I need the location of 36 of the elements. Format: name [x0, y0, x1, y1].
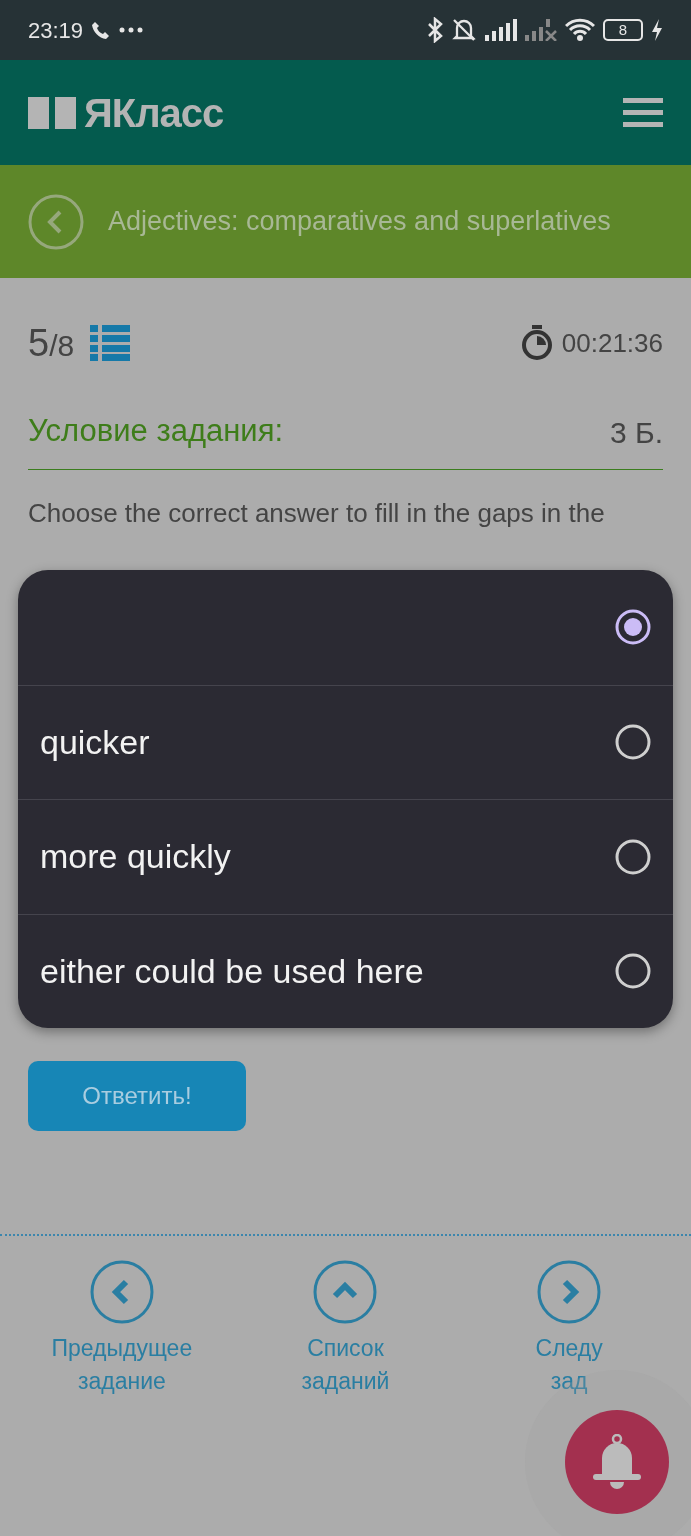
topic-title: Adjectives: comparatives and superlatives	[108, 205, 611, 239]
submit-button[interactable]: Ответить!	[28, 1060, 246, 1131]
muted-bell-icon	[451, 17, 477, 43]
radio-button[interactable]	[615, 724, 651, 761]
up-icon[interactable]	[313, 1259, 378, 1324]
section-heading: Условие задания:	[28, 412, 284, 450]
bell-icon	[590, 1434, 644, 1490]
bluetooth-icon	[427, 17, 443, 43]
menu-icon[interactable]	[623, 97, 663, 128]
signal-icon	[485, 19, 517, 41]
nav-link[interactable]: Предыдущее задание	[51, 1331, 193, 1399]
previous-icon[interactable]	[89, 1259, 154, 1324]
radio-button[interactable]	[615, 838, 651, 875]
phone-icon	[91, 20, 112, 40]
dropdown-option[interactable]: more quickly	[18, 799, 673, 914]
charging-icon	[651, 19, 663, 41]
stopwatch-icon	[519, 325, 554, 361]
nav-link[interactable]: Следу зад	[535, 1331, 603, 1399]
timer-text: 00:21:36	[561, 326, 663, 360]
nav-link[interactable]: Список заданий	[301, 1331, 390, 1399]
logo-text[interactable]: ЯКласс	[84, 82, 224, 143]
wifi-icon	[565, 18, 595, 42]
radio-button[interactable]	[615, 609, 651, 646]
battery-indicator: 8	[603, 19, 643, 41]
next-icon[interactable]	[537, 1259, 602, 1324]
dropdown-option[interactable]: quicker	[18, 684, 673, 799]
more-icon	[119, 27, 144, 33]
points-text: 3 Б.	[609, 414, 663, 451]
dropdown-option[interactable]: either could be used here	[18, 913, 673, 1028]
list-icon[interactable]	[90, 325, 131, 361]
no-signal-icon	[525, 19, 557, 41]
book-icon	[28, 94, 76, 131]
instruction-text: Choose the correct answer to fill in the gaps in the	[28, 496, 606, 530]
status-time: 23:19	[28, 16, 84, 45]
radio-button[interactable]	[615, 953, 651, 990]
task-counter: 5/8	[28, 320, 75, 366]
